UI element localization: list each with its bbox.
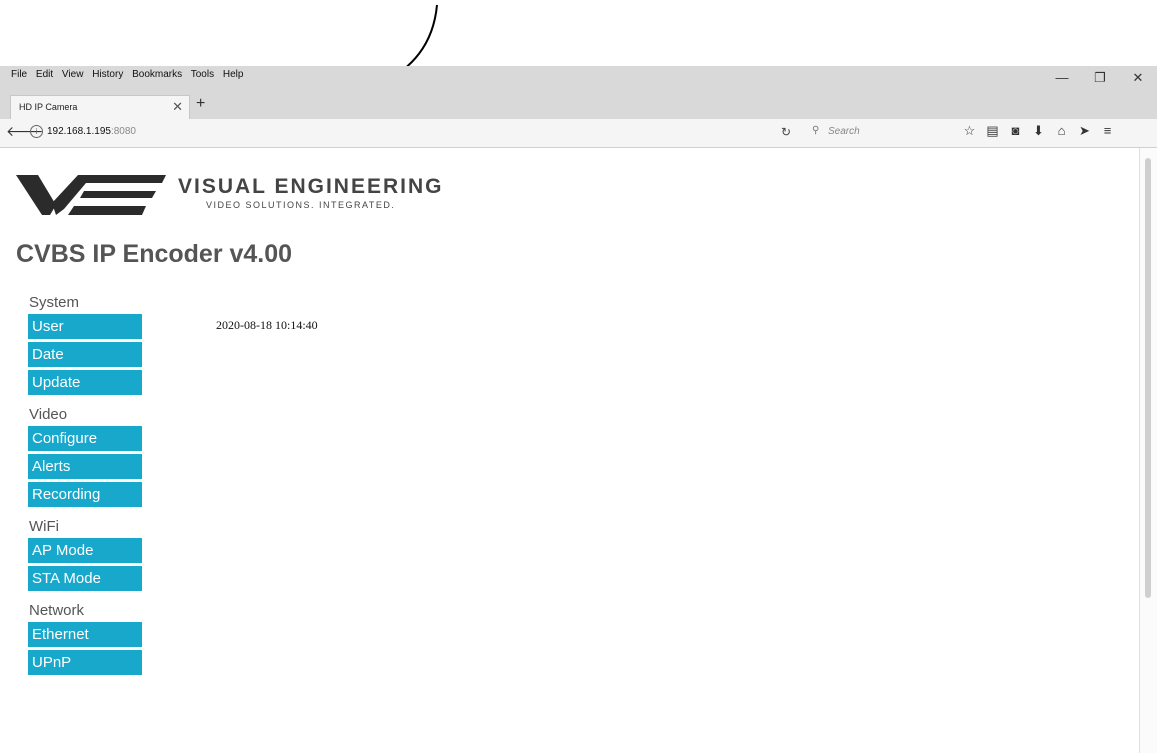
tab-strip: HD IP Camera ✕ + — [0, 90, 1157, 119]
reading-list-icon[interactable]: ▤ — [981, 123, 1004, 139]
download-icon[interactable]: ⬇ — [1027, 123, 1050, 139]
nav-section-network: Network — [29, 602, 85, 619]
new-tab-button[interactable]: + — [196, 95, 205, 113]
menu-help[interactable]: Help — [223, 69, 244, 80]
nav-link-sta-mode[interactable]: STA Mode — [28, 566, 142, 591]
nav-link-ethernet[interactable]: Ethernet — [28, 622, 142, 647]
home-icon[interactable]: ⌂ — [1050, 123, 1073, 139]
vertical-scrollbar[interactable] — [1139, 148, 1157, 753]
menu-bar: File Edit View History Bookmarks Tools H… — [0, 66, 1157, 90]
browser-window: File Edit View History Bookmarks Tools H… — [0, 66, 1157, 753]
sidebar-nav: System User Date Update Video Configure … — [28, 292, 142, 678]
brand-name: VISUAL ENGINEERING — [178, 175, 444, 198]
info-icon[interactable]: i — [30, 125, 43, 138]
minimize-button[interactable]: — — [1043, 66, 1081, 90]
menu-view[interactable]: View — [62, 69, 84, 80]
page-title: CVBS IP Encoder v4.00 — [16, 240, 293, 268]
restore-button[interactable]: ❐ — [1081, 66, 1119, 90]
url-port: :8080 — [110, 126, 136, 137]
nav-section-wifi: WiFi — [29, 518, 59, 535]
nav-link-upnp[interactable]: UPnP — [28, 650, 142, 675]
address-bar[interactable]: 192.168.1.195:8080 — [47, 126, 136, 137]
tab-hd-ip-camera[interactable]: HD IP Camera ✕ — [10, 95, 190, 119]
menu-bookmarks[interactable]: Bookmarks — [132, 69, 182, 80]
nav-link-date[interactable]: Date — [28, 342, 142, 367]
pocket-icon[interactable]: ◙ — [1004, 123, 1027, 139]
tab-close-icon[interactable]: ✕ — [172, 99, 183, 115]
tab-title: HD IP Camera — [19, 102, 78, 112]
ve-logo — [16, 175, 166, 215]
scrollbar-thumb[interactable] — [1145, 158, 1151, 598]
current-datetime: 2020-08-18 10:14:40 — [216, 318, 318, 332]
nav-link-user[interactable]: User — [28, 314, 142, 339]
nav-link-alerts[interactable]: Alerts — [28, 454, 142, 479]
page-content: VISUAL ENGINEERING VIDEO SOLUTIONS. INTE… — [0, 148, 1140, 753]
nav-link-ap-mode[interactable]: AP Mode — [28, 538, 142, 563]
brand-tagline: VIDEO SOLUTIONS. INTEGRATED. — [206, 200, 396, 210]
close-window-button[interactable]: ✕ — [1119, 66, 1157, 90]
star-icon[interactable]: ☆ — [958, 123, 981, 139]
search-input[interactable]: ⚲ Search — [810, 123, 950, 142]
search-icon: ⚲ — [812, 125, 820, 136]
search-placeholder: Search — [828, 126, 860, 137]
nav-section-system: System — [29, 294, 80, 311]
nav-section-video: Video — [29, 406, 68, 423]
url-host: 192.168.1.195 — [47, 126, 111, 137]
menu-edit[interactable]: Edit — [36, 69, 53, 80]
menu-history[interactable]: History — [92, 69, 123, 80]
menu-file[interactable]: File — [11, 69, 27, 80]
nav-link-update[interactable]: Update — [28, 370, 142, 395]
nav-link-recording[interactable]: Recording — [28, 482, 142, 507]
menu-tools[interactable]: Tools — [191, 69, 214, 80]
menu-icon[interactable]: ≡ — [1096, 123, 1119, 139]
reload-icon[interactable]: ↻ — [781, 125, 791, 139]
send-icon[interactable]: ➤ — [1073, 123, 1096, 139]
nav-link-configure[interactable]: Configure — [28, 426, 142, 451]
navigation-toolbar: 🡐 i 192.168.1.195:8080 ↻ ⚲ Search ☆ ▤ ◙ … — [0, 119, 1157, 148]
